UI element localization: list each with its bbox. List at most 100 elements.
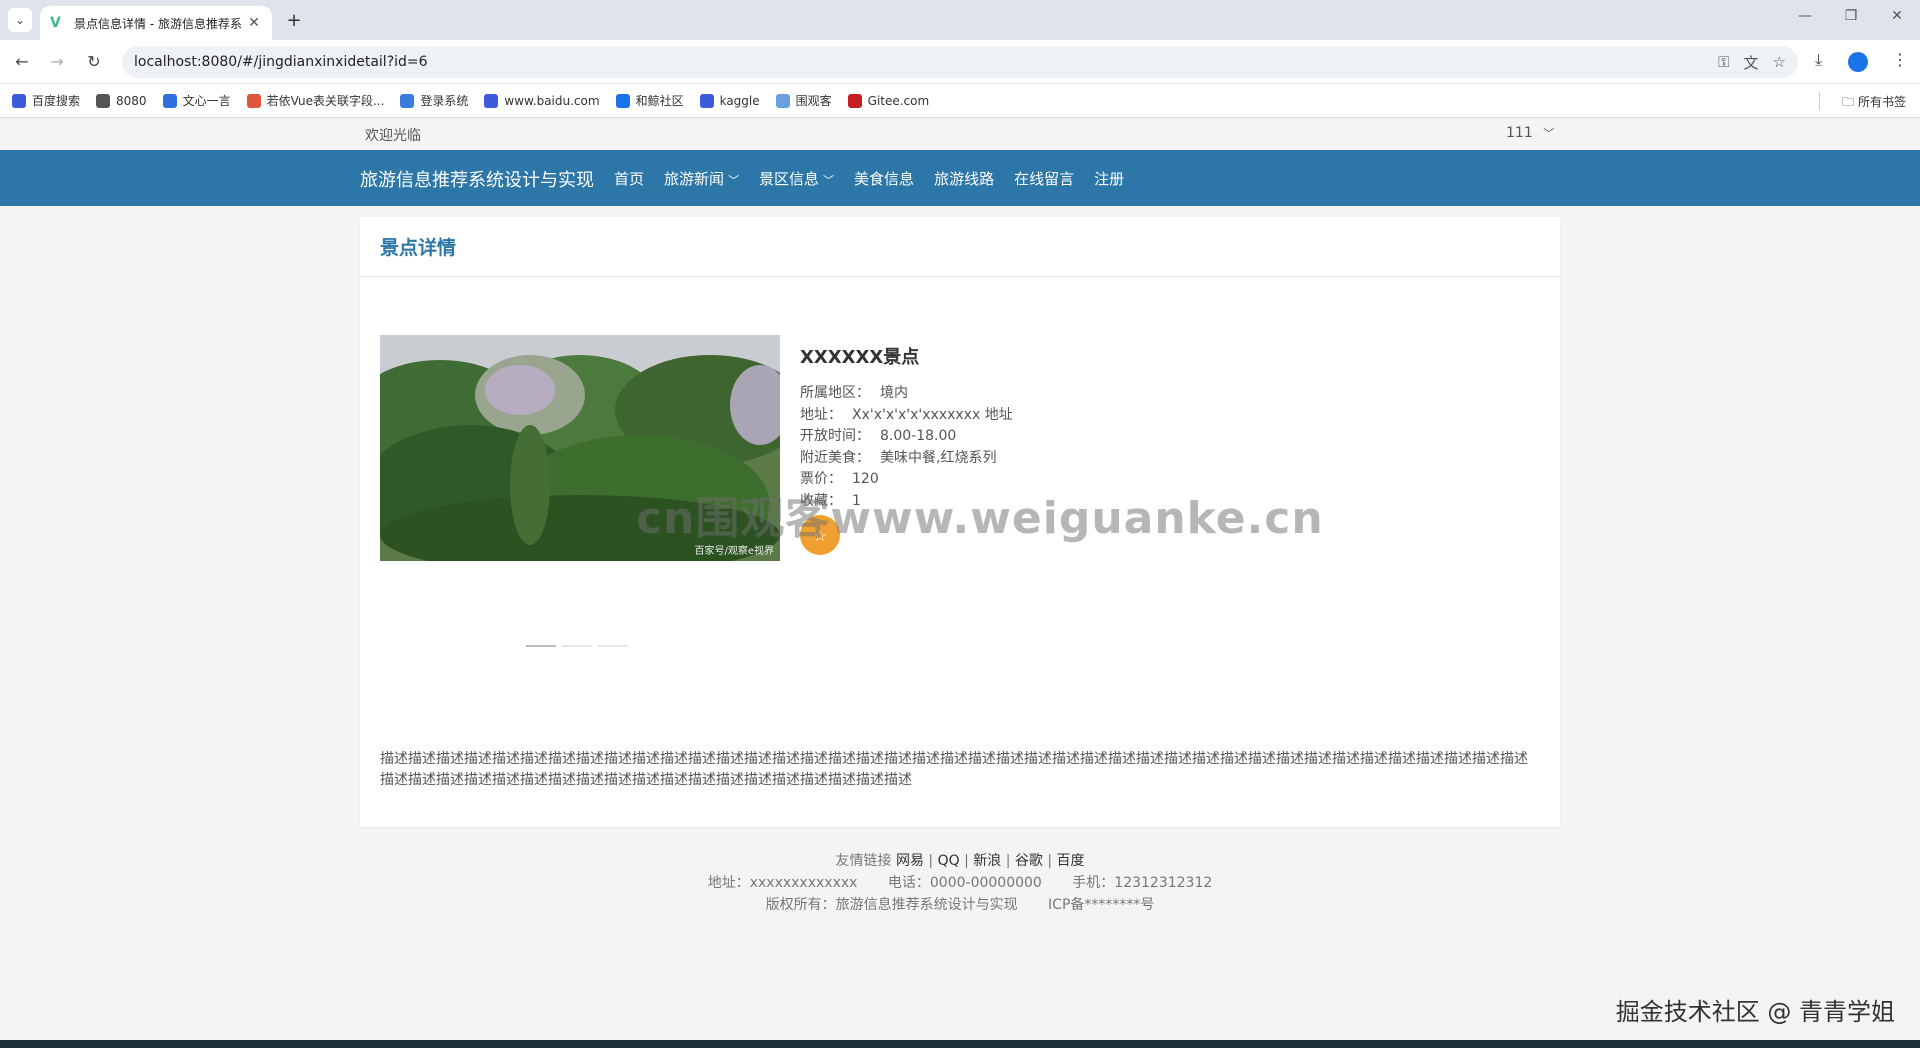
bookmark-item[interactable]: Gitee.com xyxy=(847,93,930,108)
bookmark-favicon-icon xyxy=(12,93,26,108)
site-watermark: cn围观客www.weiguanke.cn xyxy=(636,493,1324,544)
info-row: 附近美食： 美味中餐,红烧系列 xyxy=(800,448,1013,470)
nav-item[interactable]: 旅游线路 xyxy=(934,168,994,189)
friend-link[interactable]: 网易 xyxy=(896,853,924,869)
info-value: Xx'x'x'x'x'xxxxxxx 地址 xyxy=(852,406,1013,423)
bookmark-favicon-icon xyxy=(615,93,630,108)
footer-phone: 电话：0000-00000000 xyxy=(887,875,1042,891)
vue-favicon-icon: V xyxy=(50,15,61,31)
bookmark-label: 若依Vue表关联字段... xyxy=(266,94,385,108)
info-key: 附近美食： xyxy=(800,449,870,466)
nav-item[interactable]: 在线留言 xyxy=(1014,168,1074,189)
bookmark-favicon-icon xyxy=(484,93,499,108)
bookmark-item[interactable]: 登录系统 xyxy=(400,92,468,109)
page-title: 景点详情 xyxy=(380,237,457,259)
bookmark-favicon-icon xyxy=(96,93,111,108)
bookmark-label: kaggle xyxy=(719,93,760,108)
carousel-dot[interactable] xyxy=(598,645,628,647)
reload-icon[interactable]: ↻ xyxy=(82,52,106,71)
bookmark-label: www.baidu.com xyxy=(504,93,600,108)
bookmark-label: 文心一言 xyxy=(182,94,231,108)
bookmark-item[interactable]: www.baidu.com xyxy=(484,93,600,108)
card-header: 景点详情 xyxy=(360,217,1560,277)
translate-icon[interactable]: 文 xyxy=(1744,52,1759,73)
tab-search-icon[interactable]: ⌄ xyxy=(8,8,32,32)
info-key: 地址： xyxy=(800,406,842,423)
info-key: 所属地区： xyxy=(800,385,870,401)
site-brand[interactable]: 旅游信息推荐系统设计与实现 xyxy=(360,166,594,192)
info-value: 8.00-18.00 xyxy=(880,428,957,444)
chevron-down-icon: ﹀ xyxy=(1543,127,1555,140)
bookmark-favicon-icon xyxy=(699,93,714,108)
footer-icp: ICP备********号 xyxy=(1048,897,1155,913)
restore-icon[interactable]: ❐ xyxy=(1836,8,1866,24)
carousel-dot[interactable] xyxy=(562,645,592,647)
nav-menu: 首页 旅游新闻 ﹀ 景区信息 ﹀ 美食信息 旅游线路 在线留言 注册 xyxy=(614,168,1144,189)
bookmark-label: 和鲸社区 xyxy=(635,94,684,108)
all-bookmarks[interactable]: 🗀 所有书签 xyxy=(1842,93,1906,114)
nav-item-label: 首页 xyxy=(614,170,645,188)
site-navbar: 旅游信息推荐系统设计与实现 首页 旅游新闻 ﹀ 景区信息 ﹀ 美食信息 旅游线路 在线留言 注册 xyxy=(0,150,1920,206)
copyright-line: 版权所有：旅游信息推荐系统设计与实现 ICP备********号 xyxy=(0,894,1920,916)
bookmark-item[interactable]: 若依Vue表关联字段... xyxy=(246,92,385,109)
bookmark-label: Gitee.com xyxy=(867,93,930,108)
info-row: 地址： Xx'x'x'x'x'xxxxxxx 地址 xyxy=(800,405,1013,427)
juejin-watermark: 掘金技术社区 @ 青青学姐 xyxy=(1615,998,1895,1026)
info-value: 美味中餐,红烧系列 xyxy=(880,449,997,466)
nav-item[interactable]: 注册 xyxy=(1094,168,1124,189)
tab-close-icon[interactable]: ✕ xyxy=(246,15,262,31)
friend-links-list: 网易 | QQ | 新浪 | 谷歌 | 百度 xyxy=(895,853,1085,869)
info-row: 所属地区： 境内 xyxy=(800,383,1013,405)
new-tab-icon[interactable]: + xyxy=(284,10,304,31)
nav-item[interactable]: 旅游新闻 ﹀ xyxy=(664,168,739,189)
password-key-icon[interactable]: ⚿ xyxy=(1718,53,1729,71)
chevron-down-icon: ﹀ xyxy=(823,174,835,187)
nav-item-label: 旅游线路 xyxy=(934,170,995,188)
carousel-indicators xyxy=(526,645,634,647)
bookmark-item[interactable]: 和鲸社区 xyxy=(615,92,684,109)
nav-item[interactable]: 美食信息 xyxy=(854,168,914,189)
back-icon[interactable]: ← xyxy=(10,52,34,71)
info-value: 境内 xyxy=(880,385,908,401)
bookmark-item[interactable]: 8080 xyxy=(96,93,147,108)
nav-item-label: 旅游新闻 xyxy=(664,170,725,188)
nav-item-label: 美食信息 xyxy=(854,170,915,188)
address-toolbar: ← → ↻ i localhost:8080/#/jingdianxinxide… xyxy=(0,40,1920,182)
attraction-name: XXXXXX景点 xyxy=(800,347,920,368)
os-taskbar xyxy=(0,1040,1920,1048)
browser-tab[interactable]: V 景点信息详情 - 旅游信息推荐系 ✕ xyxy=(40,6,272,40)
omnibox[interactable]: i localhost:8080/#/jingdianxinxidetail?i… xyxy=(122,46,1798,182)
user-menu[interactable]: 111 ﹀ xyxy=(1506,125,1554,141)
nav-item[interactable]: 首页 xyxy=(614,168,644,189)
bookmark-item[interactable]: 文心一言 xyxy=(162,92,231,109)
site-footer: 友情链接 网易 | QQ | 新浪 | 谷歌 | 百度 地址：xxxxxxxxx… xyxy=(0,850,1920,916)
attraction-description: 描述描述描述描述描述描述描述描述描述描述描述描述描述描述描述描述描述描述描述描述… xyxy=(380,751,1528,788)
tab-title: 景点信息详情 - 旅游信息推荐系 xyxy=(74,16,242,31)
carousel-dot[interactable] xyxy=(526,645,556,647)
bookmark-label: 百度搜索 xyxy=(32,94,81,108)
download-icon[interactable]: ⤓ xyxy=(1815,50,1822,70)
friend-link[interactable]: 新浪 xyxy=(973,853,1001,869)
info-key: 开放时间： xyxy=(800,428,870,444)
menu-kebab-icon[interactable]: ⋮ xyxy=(1892,50,1908,69)
footer-copyright: 版权所有：旅游信息推荐系统设计与实现 xyxy=(765,897,1018,913)
profile-avatar[interactable] xyxy=(1848,52,1868,72)
friend-link[interactable]: QQ xyxy=(938,853,960,869)
url-text[interactable]: localhost:8080/#/jingdianxinxidetail?id=… xyxy=(134,54,1704,70)
bookmark-item[interactable]: 百度搜索 xyxy=(12,92,80,109)
footer-mobile: 手机：12312312312 xyxy=(1072,875,1213,891)
forward-icon[interactable]: → xyxy=(45,52,69,71)
contact-line: 地址：xxxxxxxxxxxxx 电话：0000-00000000 手机：123… xyxy=(0,872,1920,894)
bookmark-item[interactable]: kaggle xyxy=(699,93,760,108)
bookmark-star-icon[interactable]: ☆ xyxy=(1773,53,1786,71)
window-close-icon[interactable]: ✕ xyxy=(1882,8,1912,24)
bookmark-label: 登录系统 xyxy=(420,94,469,108)
bookmark-item[interactable]: 围观客 xyxy=(775,92,832,109)
friend-link[interactable]: 百度 xyxy=(1057,853,1085,869)
bookmark-label: 围观客 xyxy=(795,94,832,108)
nav-item[interactable]: 景区信息 ﹀ xyxy=(759,168,834,189)
bookmark-label: 8080 xyxy=(116,93,147,108)
minimize-icon[interactable]: — xyxy=(1790,8,1820,24)
bookmark-favicon-icon xyxy=(847,93,862,108)
friend-link[interactable]: 谷歌 xyxy=(1015,853,1043,869)
